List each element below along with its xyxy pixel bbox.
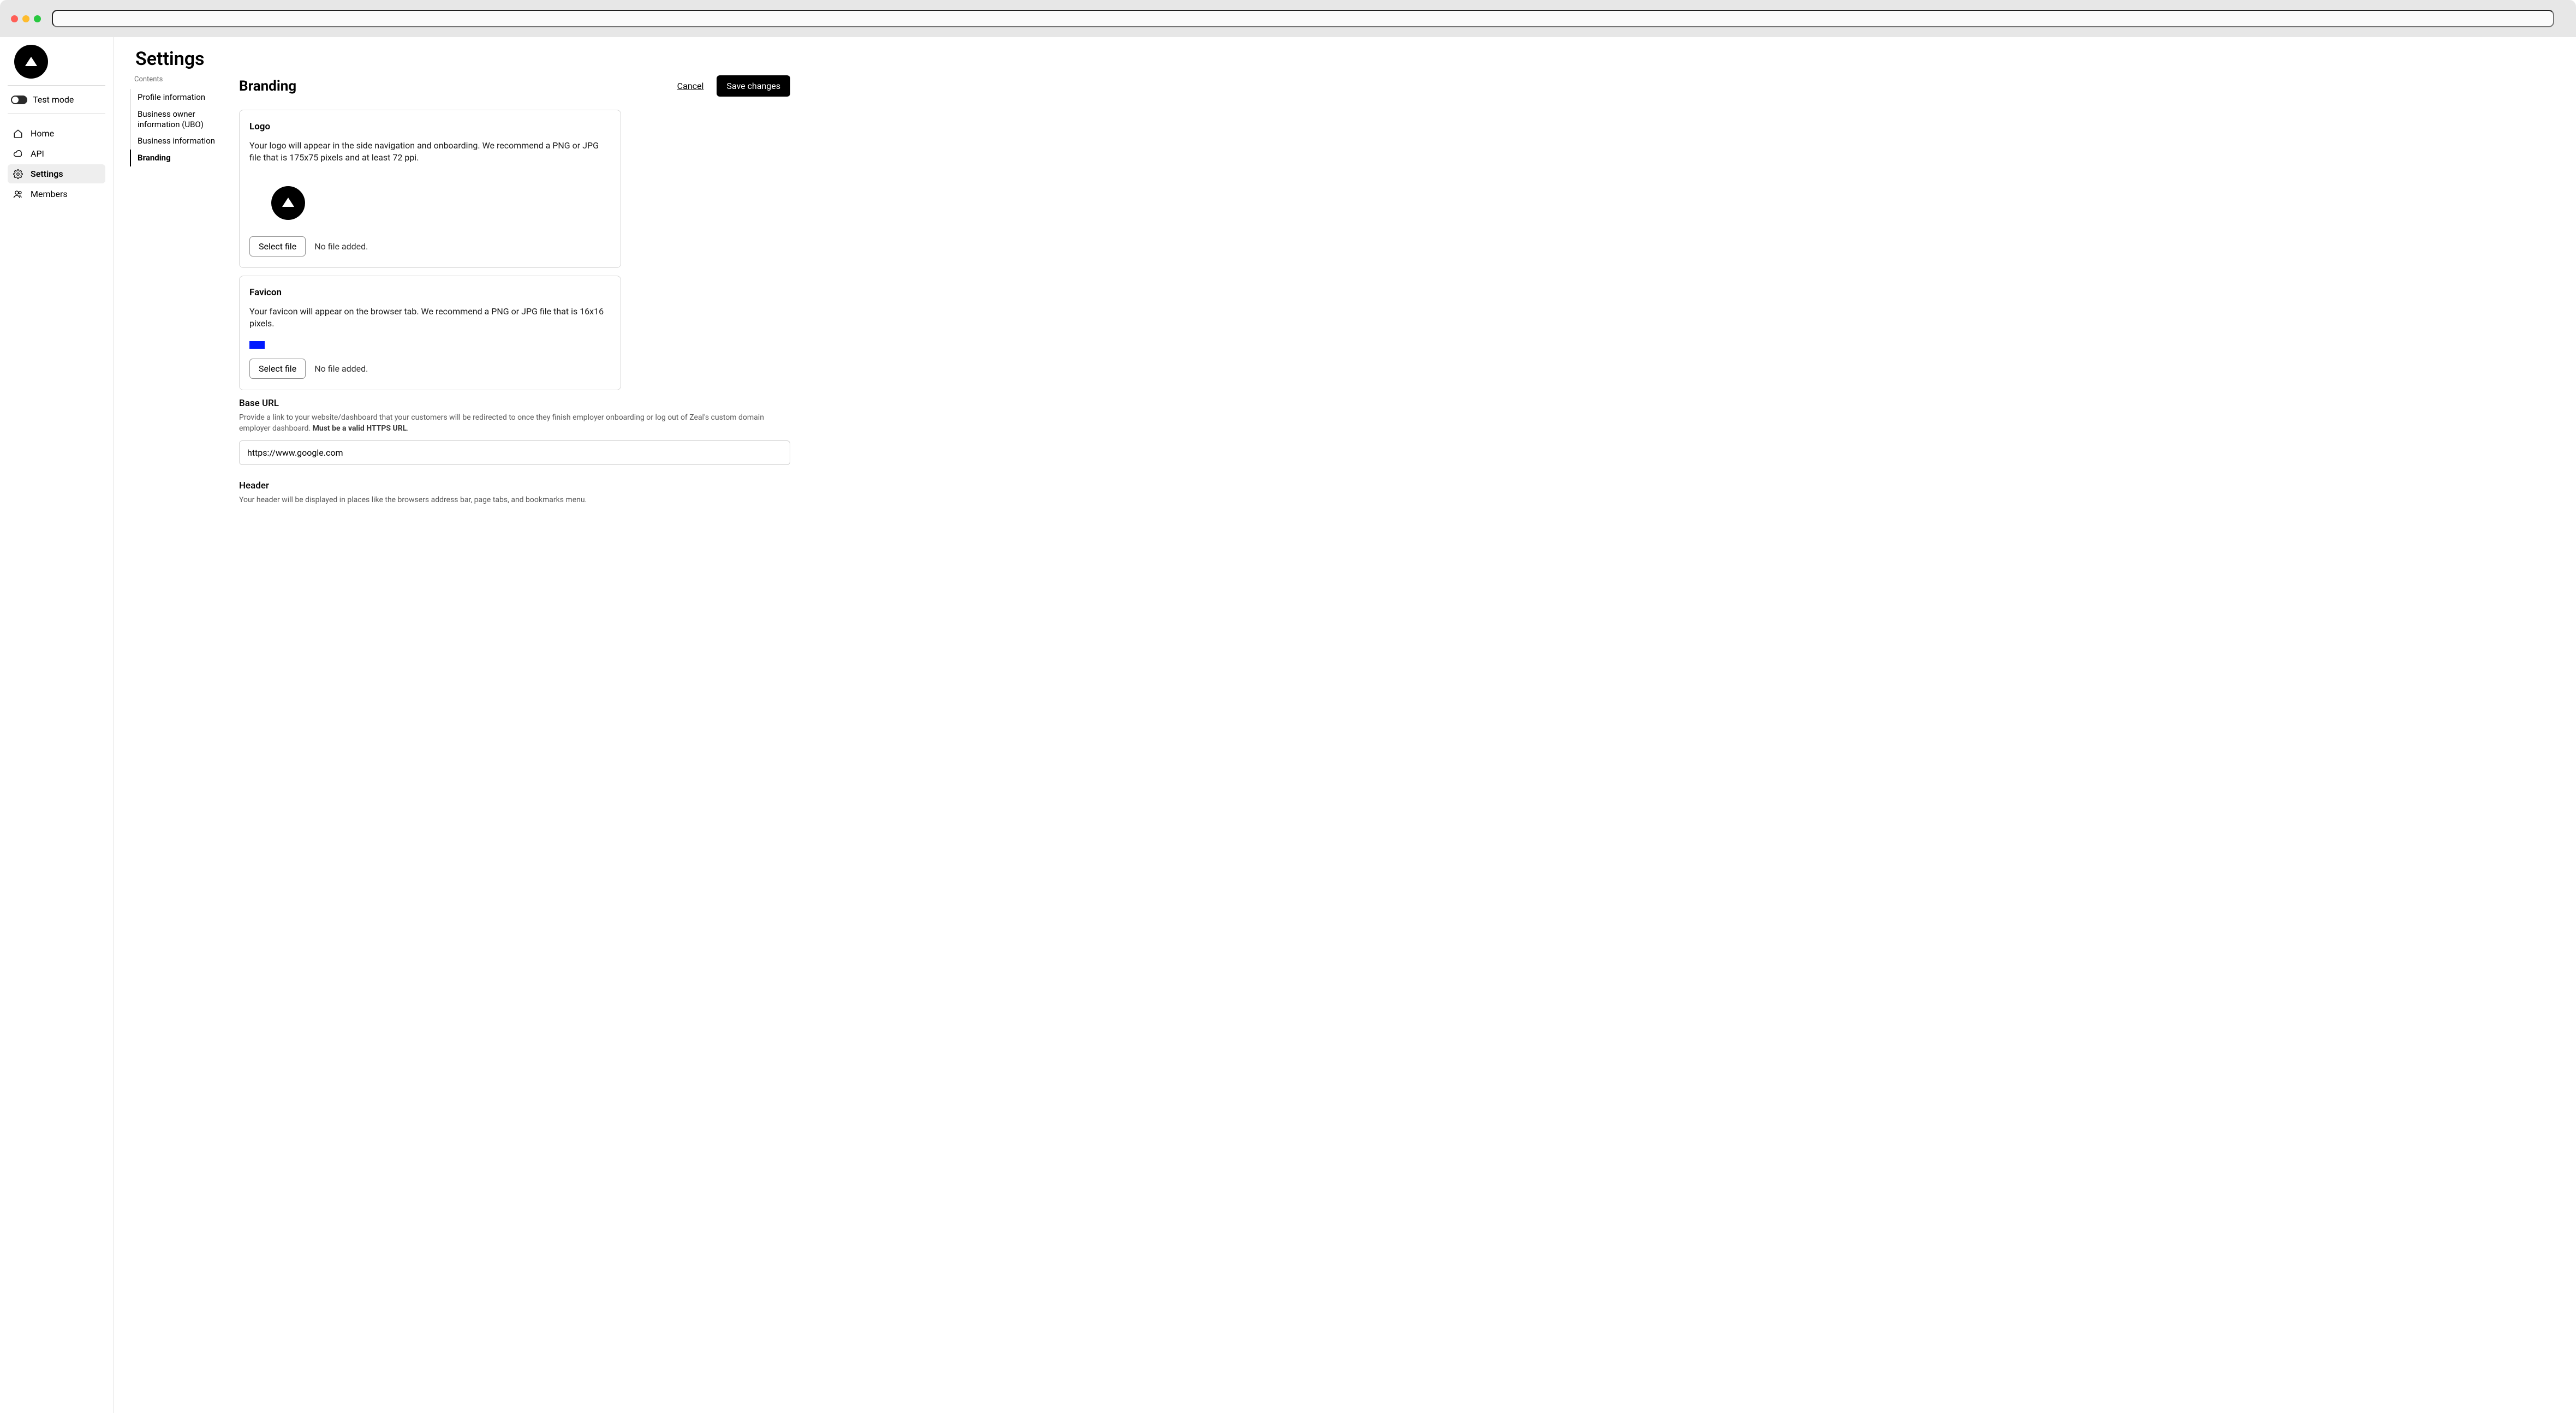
sidebar-item-members[interactable]: Members: [8, 184, 105, 204]
gear-icon: [13, 169, 23, 179]
browser-url-input[interactable]: [52, 10, 2554, 27]
triangle-icon: [282, 198, 294, 207]
window-titlebar: [0, 0, 2576, 37]
close-window-button[interactable]: [11, 15, 18, 22]
logo-card-desc: Your logo will appear in the side naviga…: [249, 140, 611, 164]
sidebar-item-settings[interactable]: Settings: [8, 164, 105, 183]
logo-select-file-button[interactable]: Select file: [249, 236, 306, 257]
divider: [8, 85, 105, 86]
triangle-icon: [25, 57, 37, 66]
logo-card: Logo Your logo will appear in the side n…: [239, 110, 621, 268]
sidebar-nav: Home API Settings: [8, 124, 105, 204]
favicon-select-file-button[interactable]: Select file: [249, 359, 306, 379]
sidebar-item-label: API: [31, 148, 44, 159]
favicon-preview: [249, 341, 265, 349]
base-url-desc-bold: Must be a valid HTTPS URL: [313, 424, 407, 433]
toggle-knob: [12, 97, 19, 103]
logo-file-status: No file added.: [314, 241, 368, 252]
test-mode-label: Test mode: [33, 94, 74, 105]
test-mode-toggle-row[interactable]: Test mode: [8, 92, 105, 107]
cancel-button[interactable]: Cancel: [677, 81, 704, 91]
contents-item-profile[interactable]: Profile information: [130, 89, 228, 106]
section-title-branding: Branding: [239, 78, 296, 94]
base-url-field-block: Base URL Provide a link to your website/…: [239, 398, 790, 475]
minimize-window-button[interactable]: [22, 15, 29, 22]
test-mode-toggle[interactable]: [11, 96, 27, 104]
sidebar-item-home[interactable]: Home: [8, 124, 105, 143]
contents-item-ubo[interactable]: Business owner information (UBO): [130, 106, 228, 133]
cloud-icon: [13, 149, 23, 159]
contents-nav: Contents Profile information Business ow…: [130, 75, 228, 512]
traffic-lights: [11, 15, 41, 22]
sidebar-item-label: Settings: [31, 169, 63, 179]
base-url-label: Base URL: [239, 398, 790, 409]
contents-item-branding[interactable]: Branding: [130, 150, 228, 166]
sidebar: Test mode Home API: [0, 37, 114, 1413]
maximize-window-button[interactable]: [34, 15, 41, 22]
favicon-card: Favicon Your favicon will appear on the …: [239, 276, 621, 390]
base-url-desc-post: .: [407, 424, 409, 433]
header-label: Header: [239, 480, 790, 491]
base-url-desc: Provide a link to your website/dashboard…: [239, 412, 790, 434]
sidebar-item-label: Members: [31, 189, 68, 199]
page-title: Settings: [135, 48, 2560, 70]
contents-heading: Contents: [130, 75, 228, 84]
header-field-block: Header Your header will be displayed in …: [239, 480, 790, 505]
logo-preview: [271, 186, 305, 220]
company-logo: [14, 45, 48, 79]
header-desc: Your header will be displayed in places …: [239, 494, 790, 505]
favicon-card-desc: Your favicon will appear on the browser …: [249, 306, 611, 330]
sidebar-item-api[interactable]: API: [8, 144, 105, 163]
users-icon: [13, 189, 23, 199]
base-url-input[interactable]: [239, 440, 790, 465]
contents-item-business[interactable]: Business information: [130, 133, 228, 150]
logo-card-title: Logo: [249, 121, 611, 132]
favicon-card-title: Favicon: [249, 287, 611, 298]
favicon-file-status: No file added.: [314, 363, 368, 374]
main-content: Settings Contents Profile information Bu…: [114, 37, 2576, 1413]
home-icon: [13, 129, 23, 139]
save-changes-button[interactable]: Save changes: [717, 75, 790, 97]
sidebar-item-label: Home: [31, 128, 54, 139]
